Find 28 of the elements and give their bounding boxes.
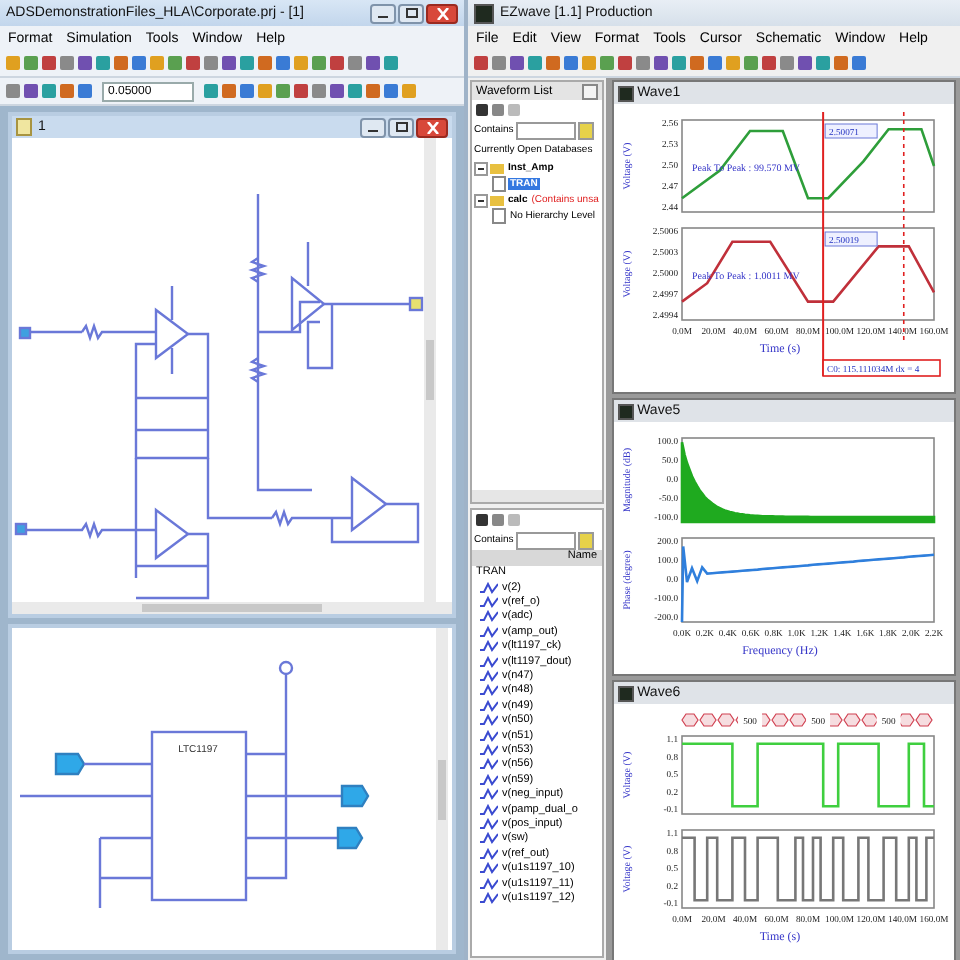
horizontal-scrollbar[interactable] (12, 602, 452, 614)
minimize-button[interactable] (370, 3, 396, 23)
horizontal-scrollbar[interactable] (472, 490, 602, 502)
close-button[interactable] (426, 3, 458, 23)
app-icon (617, 85, 634, 101)
vertical-scrollbar[interactable] (436, 628, 448, 950)
maximize-button[interactable] (398, 3, 424, 23)
contains-field[interactable] (515, 531, 576, 549)
app-icon (617, 403, 634, 419)
folder-icon (490, 195, 504, 205)
maximize-button[interactable] (388, 117, 414, 137)
cursor-readout-box (821, 359, 940, 377)
filter-button[interactable] (577, 121, 594, 139)
app-icon (474, 3, 494, 23)
close-icon (435, 7, 449, 19)
cursor-line[interactable] (902, 111, 904, 341)
document-icon (16, 118, 32, 136)
vertical-scrollbar[interactable] (424, 138, 436, 602)
close-icon (425, 121, 439, 133)
folder-icon (490, 163, 504, 173)
contains-field[interactable] (515, 121, 576, 139)
pin-button[interactable] (581, 83, 598, 99)
expand-toggle[interactable] (474, 161, 488, 175)
expand-toggle[interactable] (474, 193, 488, 207)
app-icon (617, 685, 634, 701)
close-button[interactable] (416, 117, 448, 137)
minimize-button[interactable] (360, 117, 386, 137)
filter-button[interactable] (577, 531, 594, 549)
